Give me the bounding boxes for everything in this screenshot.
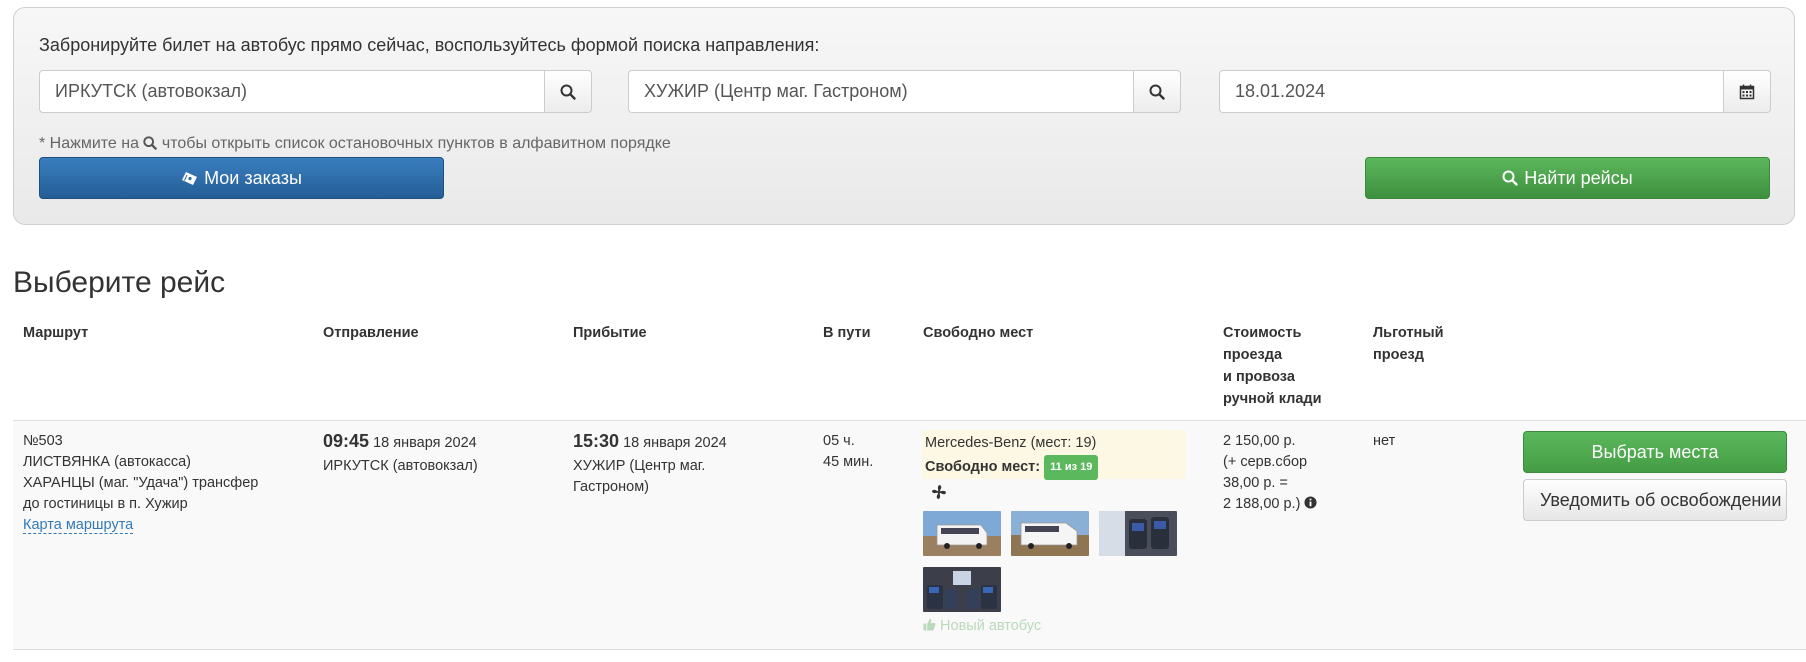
search-icon [560,84,576,100]
from-search-button[interactable] [544,70,592,113]
price-fee-amount: 38,00 р. = [1223,475,1288,491]
hint-suffix: чтобы открыть список остановочных пункто… [161,135,671,152]
header-price-line: Стоимость [1223,325,1302,341]
my-orders-label: Мои заказы [204,167,302,188]
duration-hours: 05 ч. [823,433,855,449]
info-icon[interactable] [1304,496,1317,509]
price-cell: 2 150,00 р. (+ серв.сбор 38,00 р. = 2 18… [1223,431,1317,515]
new-bus-note: Новый автобус [923,618,1041,634]
departure-place: ИРКУТСК (автовокзал) [323,458,478,474]
thumbs-up-icon [923,618,936,631]
price-base: 2 150,00 р. [1223,433,1296,449]
departure-time: 09:45 [323,431,370,451]
header-seats: Свободно мест [923,325,1034,341]
route-stop: ХАРАНЦЫ (маг. "Удача") трансфер [23,475,259,491]
route-stop: до гостиницы в п. Хужир [23,496,188,512]
free-seats-badge: 11 из 19 [1044,455,1099,480]
find-trips-button[interactable]: Найти рейсы [1365,157,1770,199]
price-total: 2 188,00 р.) [1223,496,1301,512]
header-price: Стоимость проезда и провоза ручной клади [1223,322,1322,410]
bus-model: Mercedes-Benz (мест: 19) [925,435,1097,451]
bus-photo[interactable] [1011,511,1089,556]
select-seats-button[interactable]: Выбрать места [1523,431,1787,473]
free-seats: Свободно мест: 11 из 19 [925,455,1099,480]
notify-button[interactable]: Уведомить об освобождении мест [1523,479,1787,521]
route-map-link[interactable]: Карта маршрута [23,517,134,534]
duration-cell: 05 ч. 45 мин. [823,431,873,473]
arrival-date: 18 января 2024 [623,435,727,451]
header-route: Маршрут [23,325,89,341]
bus-photo[interactable] [1099,511,1177,556]
new-bus-label: Новый автобус [940,618,1042,634]
search-icon [143,136,158,150]
find-trips-label: Найти рейсы [1524,167,1633,188]
date-input[interactable]: 18.01.2024 [1219,70,1723,113]
header-price-line: ручной клади [1223,391,1322,407]
header-price-line: проезда [1223,347,1283,363]
bus-photo[interactable] [923,567,1001,612]
header-benefit-line: проезд [1373,347,1424,363]
page-title: Выберите рейс [13,266,226,299]
free-seats-label: Свободно мест: [925,459,1041,475]
fan-icon [932,485,946,499]
search-hint: * Нажмите на чтобы открыть список остано… [39,135,671,153]
select-seats-label: Выбрать места [1591,441,1719,462]
calendar-icon [1739,84,1755,99]
arrival-cell: 15:30 18 января 2024 ХУЖИР (Центр маг. Г… [573,431,727,498]
header-arrival: Прибытие [573,325,647,341]
header-benefit: Льготный проезд [1373,322,1444,366]
search-intro: Забронируйте билет на автобус прямо сейч… [39,35,820,55]
to-input[interactable]: ХУЖИР (Центр маг. Гастроном) [628,70,1133,113]
to-input-group: ХУЖИР (Центр маг. Гастроном) [628,70,1181,113]
search-icon [1502,170,1518,186]
price-fee: (+ серв.сбор [1223,454,1308,470]
header-duration: В пути [823,325,871,341]
route-cell: №503 ЛИСТВЯНКА (автокасса) ХАРАНЦЫ (маг.… [23,431,258,536]
from-input-group: ИРКУТСК (автовокзал) [39,70,592,113]
my-orders-button[interactable]: Мои заказы [39,157,444,199]
departure-date: 18 января 2024 [373,435,477,451]
arrival-time: 15:30 [573,431,620,451]
to-search-button[interactable] [1133,70,1181,113]
header-departure: Отправление [323,325,419,341]
from-input[interactable]: ИРКУТСК (автовокзал) [39,70,544,113]
route-stop: ЛИСТВЯНКА (автокасса) [23,454,192,470]
date-input-group: 18.01.2024 [1219,70,1771,113]
hint-prefix: * Нажмите на [39,135,139,152]
arrival-place: ХУЖИР (Центр маг. [573,458,706,474]
header-benefit-line: Льготный [1373,325,1444,341]
calendar-button[interactable] [1723,70,1771,113]
search-icon [1149,84,1165,100]
duration-minutes: 45 мин. [823,454,874,470]
table-divider [13,649,1806,650]
ticket-icon [182,171,198,185]
bus-photo[interactable] [923,511,1001,556]
route-number: №503 [23,433,63,449]
notify-label: Уведомить об освобождении мест [1540,489,1786,510]
header-price-line: и провоза [1223,369,1295,385]
departure-cell: 09:45 18 января 2024 ИРКУТСК (автовокзал… [323,431,478,477]
arrival-place: Гастроном) [573,479,649,495]
benefit-cell: нет [1373,433,1396,449]
search-panel: Забронируйте билет на автобус прямо сейч… [13,7,1795,225]
